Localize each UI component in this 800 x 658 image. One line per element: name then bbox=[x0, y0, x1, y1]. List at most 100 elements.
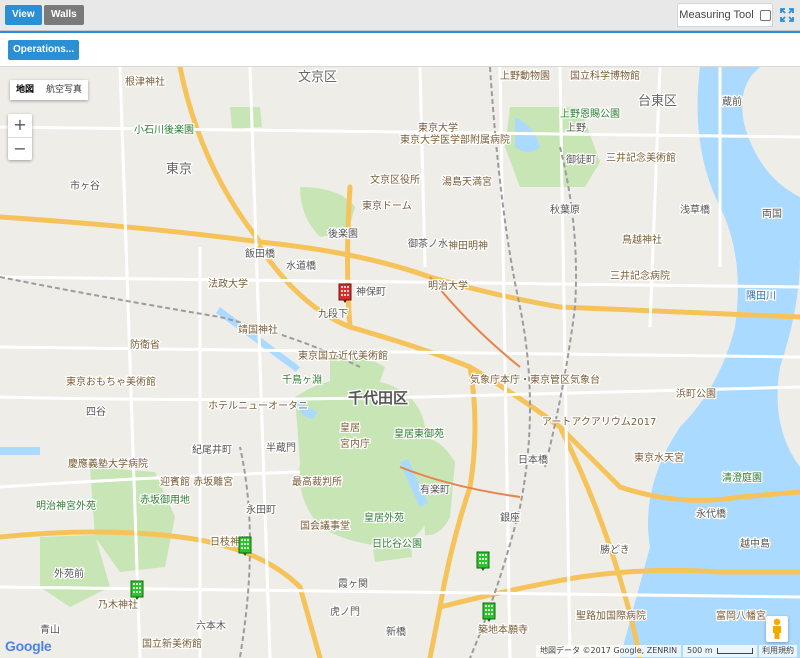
map-base-layer: 文京区 台東区 千代田区 東京 上野動物園 国立科学博物館 上野恩賜公園 東京大… bbox=[0, 67, 800, 658]
label-nezu: 根津神社 bbox=[125, 75, 165, 88]
terms-link[interactable]: 利用規約 bbox=[759, 645, 797, 657]
label-korakuen: 後楽園 bbox=[328, 227, 358, 240]
pegman-icon bbox=[773, 618, 781, 639]
label-kioi: 紀尾井町 bbox=[192, 443, 232, 456]
label-kudanshita: 九段下 bbox=[318, 307, 348, 320]
label-kasumigaseki: 霞ヶ関 bbox=[338, 578, 368, 590]
label-bunkyo-ward-office: 文京区役所 bbox=[370, 173, 420, 186]
map-type-map-button[interactable]: 地図 bbox=[10, 80, 40, 100]
label-artaquarium: アートアクアリウム2017 bbox=[542, 416, 656, 428]
label-kokyo: 皇居 bbox=[340, 421, 360, 434]
operations-bar: Operations... bbox=[0, 31, 800, 67]
label-tokyo-district: 東京 bbox=[166, 161, 192, 177]
label-ryogoku: 両国 bbox=[762, 208, 782, 220]
label-seiroka: 聖路加国際病院 bbox=[576, 609, 646, 622]
label-keio: 慶應義塾大学病院 bbox=[68, 457, 148, 470]
label-sumidagawa: 隅田川 bbox=[746, 290, 776, 302]
label-toranomon: 虎ノ門 bbox=[330, 606, 360, 618]
label-kokuritsu-museum: 東京国立近代美術館 bbox=[298, 349, 388, 362]
label-yurakucho: 有楽町 bbox=[420, 483, 450, 496]
label-science-museum: 国立科学博物館 bbox=[570, 69, 640, 82]
label-asakusabashi: 浅草橋 bbox=[680, 203, 710, 216]
label-kokkai: 国会議事堂 bbox=[300, 519, 350, 532]
label-kokyo-higashi: 皇居東御苑 bbox=[394, 427, 444, 440]
map-scale: 500 m bbox=[683, 645, 757, 657]
label-akasaka-palace: 迎賓館 赤坂離宮 bbox=[160, 475, 233, 488]
label-torigoe: 鳥越神社 bbox=[622, 233, 662, 246]
building-marker-red[interactable] bbox=[338, 283, 352, 303]
walls-tab-button[interactable]: Walls bbox=[44, 5, 84, 25]
top-toolbar: View Walls Measuring Tool bbox=[0, 0, 800, 31]
zoom-control: + − bbox=[8, 114, 32, 160]
fullscreen-icon[interactable] bbox=[780, 8, 794, 22]
label-tsukiji: 築地本願寺 bbox=[478, 623, 528, 636]
street-view-pegman[interactable] bbox=[766, 616, 788, 642]
label-taito: 台東区 bbox=[638, 93, 677, 109]
label-yushima: 湯島天満宮 bbox=[442, 175, 492, 188]
label-hanzomon: 半蔵門 bbox=[266, 441, 296, 454]
label-bunkyo: 文京区 bbox=[298, 70, 337, 85]
label-kuramae: 蔵前 bbox=[722, 95, 742, 108]
label-eitai: 永代橋 bbox=[696, 507, 726, 520]
label-saikousai: 最高裁判所 bbox=[292, 475, 342, 488]
label-hosei: 法政大学 bbox=[208, 277, 248, 290]
label-chidorigafuchi: 千鳥ヶ淵 bbox=[282, 373, 322, 386]
label-kisho: 気象庁本庁・東京管区気象台 bbox=[470, 373, 600, 386]
google-logo: Google bbox=[5, 638, 52, 654]
measuring-tool-checkbox[interactable] bbox=[759, 9, 771, 21]
label-ueno: 上野 bbox=[566, 122, 586, 134]
google-logo-text: Google bbox=[5, 638, 52, 654]
map-attribution: 地図データ ©2017 Google, ZENRIN bbox=[536, 645, 682, 657]
label-nihonbashi: 日本橋 bbox=[518, 453, 548, 466]
operations-button[interactable]: Operations... bbox=[8, 40, 80, 60]
label-univ-hospital: 東京大学医学部附属病院 bbox=[400, 133, 510, 146]
measuring-tool-toggle[interactable]: Measuring Tool bbox=[677, 3, 773, 27]
label-ueno-zoo: 上野動物園 bbox=[500, 69, 550, 82]
label-kokyo-gaien: 皇居外苑 bbox=[364, 511, 404, 524]
building-marker-green[interactable] bbox=[238, 536, 252, 556]
label-hotel: ホテルニューオータニ bbox=[208, 400, 308, 412]
building-marker-green[interactable] bbox=[482, 602, 496, 622]
label-tokyo-univ: 東京大学 bbox=[418, 121, 458, 134]
label-meiji-univ: 明治大学 bbox=[428, 279, 468, 292]
zoom-out-button[interactable]: − bbox=[8, 137, 32, 160]
zoom-in-button[interactable]: + bbox=[8, 114, 32, 137]
label-ueno-park: 上野恩賜公園 bbox=[560, 108, 620, 120]
label-akasaka: 赤坂御用地 bbox=[140, 493, 190, 506]
measuring-tool-label: Measuring Tool bbox=[679, 9, 754, 21]
label-kanda-myojin: 神田明神 bbox=[448, 239, 488, 252]
label-etchujima: 越中島 bbox=[740, 537, 770, 550]
scale-bar bbox=[716, 648, 753, 654]
label-mitsui: 三井記念病院 bbox=[610, 269, 670, 282]
label-jinbocho: 神保町 bbox=[356, 285, 386, 298]
view-tab-button[interactable]: View bbox=[5, 5, 42, 25]
label-kachidoki: 勝どき bbox=[600, 543, 630, 556]
map-type-satellite-button[interactable]: 航空写真 bbox=[40, 80, 88, 100]
label-okachimachi: 御徒町 bbox=[566, 153, 596, 166]
label-suitengu: 東京水天宮 bbox=[634, 451, 684, 464]
label-hibiya: 日比谷公園 bbox=[372, 538, 422, 550]
label-yasukuni: 靖国神社 bbox=[238, 323, 278, 336]
label-kokuritsu-shin: 国立新美術館 bbox=[142, 637, 202, 650]
label-ochanomizu: 御茶ノ水 bbox=[408, 237, 448, 250]
label-suidobashi: 水道橋 bbox=[286, 259, 316, 272]
label-aoyama: 青山 bbox=[40, 623, 60, 636]
building-marker-green[interactable] bbox=[476, 551, 490, 571]
label-yotsuya: 四谷 bbox=[86, 406, 106, 418]
label-sanmon: 三井記念美術館 bbox=[606, 151, 676, 164]
building-marker-green[interactable] bbox=[130, 580, 144, 600]
label-boueisho: 防衛省 bbox=[130, 338, 160, 351]
scale-label: 500 m bbox=[687, 646, 713, 655]
label-kyunaicho: 宮内庁 bbox=[340, 437, 370, 450]
label-chiyoda: 千代田区 bbox=[348, 389, 408, 407]
label-tokyo-dome: 東京ドーム bbox=[362, 199, 412, 212]
label-toy-museum: 東京おもちゃ美術館 bbox=[66, 375, 156, 388]
label-hamacho: 浜町公園 bbox=[676, 388, 716, 400]
map-canvas[interactable]: 文京区 台東区 千代田区 東京 上野動物園 国立科学博物館 上野恩賜公園 東京大… bbox=[0, 67, 800, 658]
map-type-control: 地図 航空写真 bbox=[10, 80, 89, 100]
label-akihabara: 秋葉原 bbox=[550, 203, 580, 216]
label-roppongi: 六本木 bbox=[196, 619, 226, 632]
label-kourakuen: 小石川後楽園 bbox=[134, 123, 194, 136]
label-shimbashi: 新橋 bbox=[386, 625, 406, 638]
label-hachiman: 富岡八幡宮 bbox=[716, 609, 766, 622]
